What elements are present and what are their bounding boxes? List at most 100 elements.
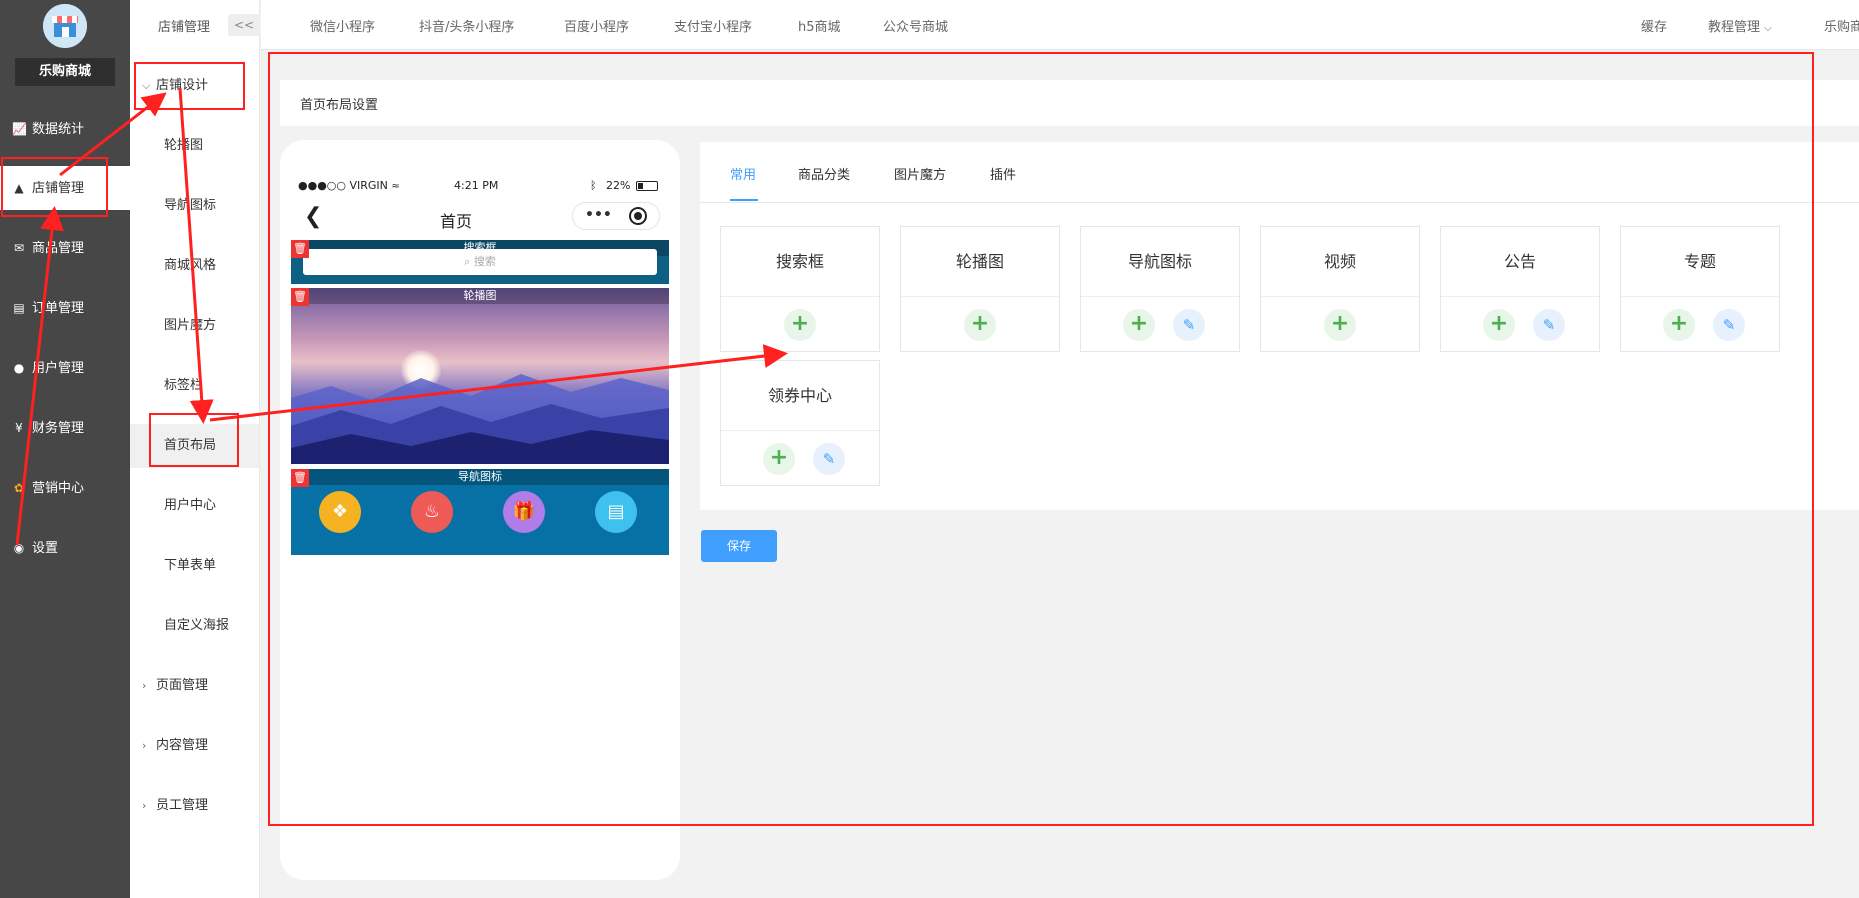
top-tab-alipay[interactable]: 支付宝小程序 — [674, 16, 752, 35]
store-name: 乐购商城 — [15, 58, 115, 86]
top-account-menu[interactable]: 乐购商城 — [1824, 16, 1859, 35]
chevron-right-icon: › — [142, 799, 147, 812]
subnav-item-user-center[interactable]: 用户中心 — [130, 484, 259, 528]
component-card-nav-icons: 导航图标 + ✎ — [1080, 226, 1240, 352]
subnav-item-tab-bar[interactable]: 标签栏 — [130, 364, 259, 408]
layers-icon: ❖ — [319, 491, 361, 533]
sidebar-item-goods[interactable]: ✉ 商品管理 — [0, 226, 130, 270]
search-placeholder: 搜索 — [473, 255, 496, 268]
fire-icon: ♨ — [411, 491, 453, 533]
store-icon: ▲ — [14, 181, 24, 195]
component-card-notice: 公告 + ✎ — [1440, 226, 1600, 352]
subnav-group-content-manage[interactable]: › 内容管理 — [130, 724, 259, 768]
subnav-item-image-cube[interactable]: 图片魔方 — [130, 304, 259, 348]
more-icon: ••• — [585, 207, 612, 223]
sidebar-item-label: 设置 — [32, 541, 59, 556]
sidebar-item-label: 营销中心 — [32, 481, 85, 496]
subnav-item-nav-icons[interactable]: 导航图标 — [130, 184, 259, 228]
sidebar-item-label: 订单管理 — [32, 301, 85, 316]
top-bar: 微信小程序 抖音/头条小程序 百度小程序 支付宝小程序 h5商城 公众号商城 缓… — [261, 0, 1859, 50]
edit-pencil-icon[interactable]: ✎ — [1713, 309, 1745, 341]
subnav-item-banner[interactable]: 轮播图 — [130, 124, 259, 168]
add-button[interactable]: + — [1324, 309, 1356, 341]
add-button[interactable]: + — [1123, 309, 1155, 341]
component-panel: 常用 商品分类 图片魔方 插件 搜索框 + 轮播图 + 导航图标 + ✎ 视频 … — [700, 142, 1859, 510]
subnav-item-mall-style[interactable]: 商城风格 — [130, 244, 259, 288]
document-icon: ▤ — [595, 491, 637, 533]
top-tab-baidu[interactable]: 百度小程序 — [564, 16, 629, 35]
page-header: 首页布局设置 — [280, 80, 1859, 126]
trash-icon[interactable]: 🗑 — [291, 240, 309, 258]
top-tab-h5[interactable]: h5商城 — [798, 16, 841, 35]
subnav-group-page-manage[interactable]: › 页面管理 — [130, 664, 259, 708]
subnav-item-home-layout[interactable]: 首页布局 — [130, 424, 259, 468]
tab-plugins[interactable]: 插件 — [990, 164, 1016, 183]
sidebar-item-label: 商品管理 — [32, 241, 85, 256]
add-button[interactable]: + — [784, 309, 816, 341]
add-button[interactable]: + — [1663, 309, 1695, 341]
tabs-divider — [700, 202, 1859, 203]
mini-program-capsule[interactable]: ••• — [572, 202, 660, 230]
subnav-group-label: 员工管理 — [156, 798, 209, 813]
component-card-banner: 轮播图 + — [900, 226, 1060, 352]
banner-mountains — [291, 374, 669, 464]
wifi-icon: ≈ — [391, 181, 400, 192]
edit-pencil-icon[interactable]: ✎ — [1533, 309, 1565, 341]
subnav-item-custom-poster[interactable]: 自定义海报 — [130, 604, 259, 648]
top-tab-douyin[interactable]: 抖音/头条小程序 — [419, 16, 514, 35]
top-tab-official-account[interactable]: 公众号商城 — [883, 16, 948, 35]
top-tab-wechat[interactable]: 微信小程序 — [310, 16, 375, 35]
tab-goods-category[interactable]: 商品分类 — [798, 164, 850, 183]
save-button[interactable]: 保存 — [701, 530, 777, 562]
goods-icon: ✉ — [13, 241, 25, 255]
bluetooth-icon: ᛒ — [590, 179, 597, 192]
module-banner[interactable]: 轮播图 🗑 — [291, 288, 669, 464]
sub-sidebar: 店铺管理 ⌵ 店铺设计 轮播图 导航图标 商城风格 图片魔方 标签栏 首页布局 用… — [130, 0, 260, 898]
collapse-sidebar-button[interactable]: << — [228, 14, 260, 36]
tab-image-cube[interactable]: 图片魔方 — [894, 164, 946, 183]
sidebar-item-settings[interactable]: ◉ 设置 — [0, 526, 130, 570]
sidebar-item-data-stats[interactable]: 📈 数据统计 — [0, 107, 130, 151]
module-nav-icons[interactable]: 导航图标 🗑 ❖ ♨ 🎁 ▤ — [291, 469, 669, 555]
tab-common[interactable]: 常用 — [730, 164, 756, 183]
component-card-video: 视频 + — [1260, 226, 1420, 352]
sidebar-item-store[interactable]: ▲ 店铺管理 — [0, 166, 130, 210]
top-tutorial-menu[interactable]: 教程管理 ⌵ — [1708, 16, 1772, 35]
subnav-group-store-design[interactable]: ⌵ 店铺设计 — [130, 64, 259, 108]
add-button[interactable]: + — [964, 309, 996, 341]
user-icon: ● — [13, 361, 25, 375]
add-button[interactable]: + — [1483, 309, 1515, 341]
module-search[interactable]: 搜索框 ⌕ 搜索 🗑 — [291, 240, 669, 284]
component-name: 导航图标 — [1081, 227, 1239, 297]
trash-icon[interactable]: 🗑 — [291, 469, 309, 487]
battery-percent: 22% — [606, 179, 631, 192]
carrier-text: ●●●○○ VIRGIN — [298, 179, 388, 192]
order-icon: ▤ — [13, 301, 25, 315]
edit-pencil-icon[interactable]: ✎ — [1173, 309, 1205, 341]
sidebar-item-marketing[interactable]: ✿ 营销中心 — [0, 466, 130, 510]
component-name: 公告 — [1441, 227, 1599, 297]
sidebar-item-finance[interactable]: ¥ 财务管理 — [0, 406, 130, 450]
subnav-item-order-form[interactable]: 下单表单 — [130, 544, 259, 588]
marketing-icon: ✿ — [13, 481, 25, 495]
chevron-down-icon: ⌵ — [1764, 23, 1772, 34]
battery-icon — [636, 181, 658, 191]
top-cache-link[interactable]: 缓存 — [1641, 16, 1667, 35]
sidebar-item-orders[interactable]: ▤ 订单管理 — [0, 286, 130, 330]
phone-status-bar: ●●●○○ VIRGIN ≈ 4:21 PM ᛒ 22% — [298, 179, 666, 192]
component-name: 轮播图 — [901, 227, 1059, 297]
top-tutorial-label: 教程管理 — [1708, 20, 1761, 35]
subnav-group-staff-manage[interactable]: › 员工管理 — [130, 784, 259, 828]
component-name: 专题 — [1621, 227, 1779, 297]
store-logo-icon — [43, 4, 87, 48]
component-card-coupon-center: 领券中心 + ✎ — [720, 360, 880, 486]
edit-pencil-icon[interactable]: ✎ — [813, 443, 845, 475]
subnav-group-label: 店铺设计 — [156, 78, 209, 93]
chevron-down-icon: ⌵ — [142, 79, 151, 92]
add-button[interactable]: + — [763, 443, 795, 475]
subnav-header: 店铺管理 — [158, 20, 211, 35]
trash-icon[interactable]: 🗑 — [291, 288, 309, 306]
sidebar-item-users[interactable]: ● 用户管理 — [0, 346, 130, 390]
back-arrow-icon[interactable]: ❮ — [304, 204, 322, 229]
page-title: 首页布局设置 — [300, 98, 379, 113]
